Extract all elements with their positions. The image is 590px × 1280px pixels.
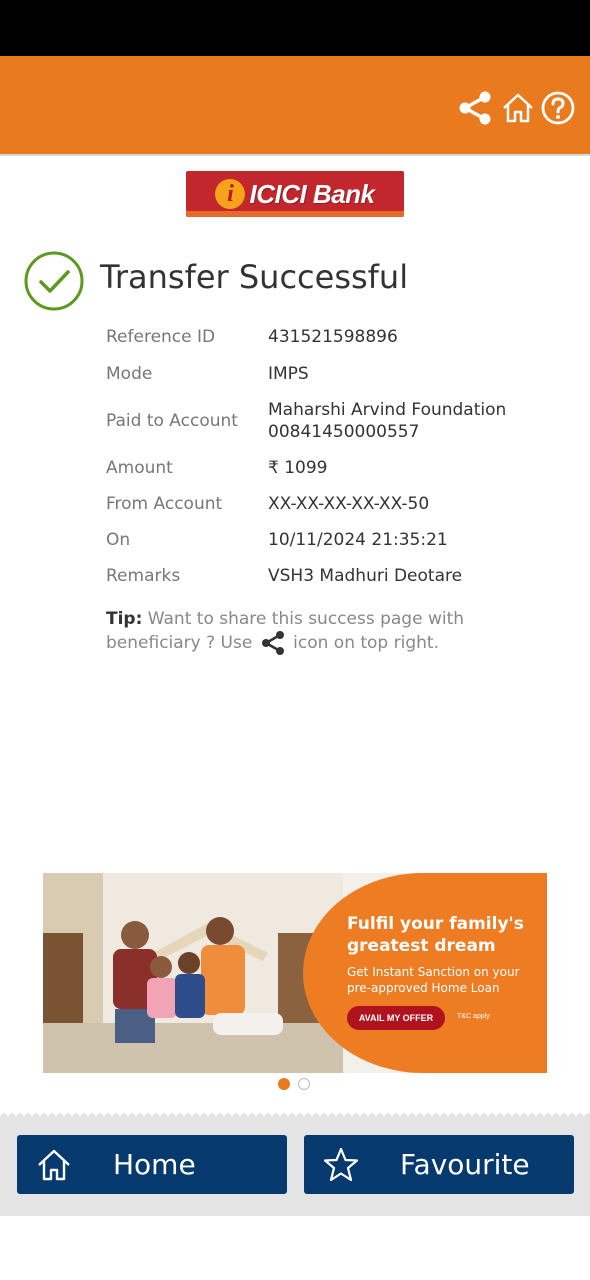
carousel-indicator bbox=[278, 1078, 310, 1090]
detail-row-from-account: From Account XX-XX-XX-XX-XX-50 bbox=[106, 493, 556, 515]
detail-label: Reference ID bbox=[106, 327, 216, 347]
detail-label: Amount bbox=[106, 458, 173, 478]
banner-subtext: Get Instant Sanction on your pre-approve… bbox=[347, 965, 520, 995]
home-outline-icon bbox=[35, 1146, 73, 1184]
home-button[interactable]: Home bbox=[17, 1135, 287, 1194]
detail-value: XX-XX-XX-XX-XX-50 bbox=[268, 494, 430, 514]
home-label: Home bbox=[113, 1148, 196, 1181]
carousel-dot[interactable] bbox=[298, 1078, 310, 1090]
share-tip: Tip: Want to share this success page wit… bbox=[106, 608, 546, 656]
banner-tc: T&C apply bbox=[457, 1013, 490, 1020]
carousel-dot-active[interactable] bbox=[278, 1078, 290, 1090]
star-outline-icon bbox=[322, 1146, 360, 1184]
detail-row-remarks: Remarks VSH3 Madhuri Deotare bbox=[106, 565, 556, 587]
favourite-button[interactable]: Favourite bbox=[304, 1135, 574, 1194]
detail-row-on: On 10/11/2024 21:35:21 bbox=[106, 529, 556, 551]
detail-value: 10/11/2024 21:35:21 bbox=[268, 530, 448, 550]
check-circle-icon bbox=[24, 251, 84, 311]
favourite-label: Favourite bbox=[400, 1148, 530, 1181]
share-icon[interactable] bbox=[457, 90, 493, 126]
detail-value: VSH3 Madhuri Deotare bbox=[268, 566, 463, 586]
home-icon[interactable] bbox=[500, 90, 536, 126]
tip-prefix: Tip: bbox=[106, 609, 143, 629]
avail-offer-button[interactable]: AVAIL MY OFFER bbox=[347, 1006, 445, 1030]
detail-value: IMPS bbox=[268, 364, 309, 384]
help-icon[interactable] bbox=[540, 90, 576, 126]
detail-label: On bbox=[106, 530, 131, 550]
zigzag-edge bbox=[0, 1112, 590, 1118]
logo-mark: i bbox=[215, 179, 246, 209]
detail-value: ₹ 1099 bbox=[268, 458, 328, 478]
page-title: Transfer Successful bbox=[100, 258, 409, 296]
banner-headline: Fulfil your family's greatest dream bbox=[347, 914, 524, 956]
detail-value: 431521598896 bbox=[268, 327, 398, 347]
status-bar bbox=[0, 0, 590, 56]
payee-name: Maharshi Arvind Foundation bbox=[268, 400, 507, 420]
logo-text: ICICI Bank bbox=[249, 178, 375, 209]
bottom-nav: Home Favourite bbox=[0, 1112, 590, 1216]
detail-label: Mode bbox=[106, 364, 153, 384]
detail-label: Paid to Account bbox=[106, 411, 238, 431]
app-header bbox=[0, 56, 590, 156]
detail-row-amount: Amount ₹ 1099 bbox=[106, 457, 556, 479]
detail-label: Remarks bbox=[106, 566, 181, 586]
tip-text-end: icon on top right. bbox=[287, 633, 439, 653]
promo-banner[interactable]: Fulfil your family's greatest dream Get … bbox=[43, 873, 547, 1073]
icici-logo: i ICICI Bank bbox=[186, 171, 404, 217]
detail-row-mode: Mode IMPS bbox=[106, 363, 556, 385]
payee-account: 00841450000557 bbox=[268, 422, 420, 442]
detail-label: From Account bbox=[106, 494, 223, 514]
family-photo bbox=[43, 873, 343, 1073]
detail-row-reference: Reference ID 431521598896 bbox=[106, 326, 556, 348]
detail-row-paid-to: Paid to Account Maharshi Arvind Foundati… bbox=[106, 399, 556, 443]
share-icon bbox=[260, 630, 286, 656]
detail-value: Maharshi Arvind Foundation 0084145000055… bbox=[268, 399, 556, 443]
